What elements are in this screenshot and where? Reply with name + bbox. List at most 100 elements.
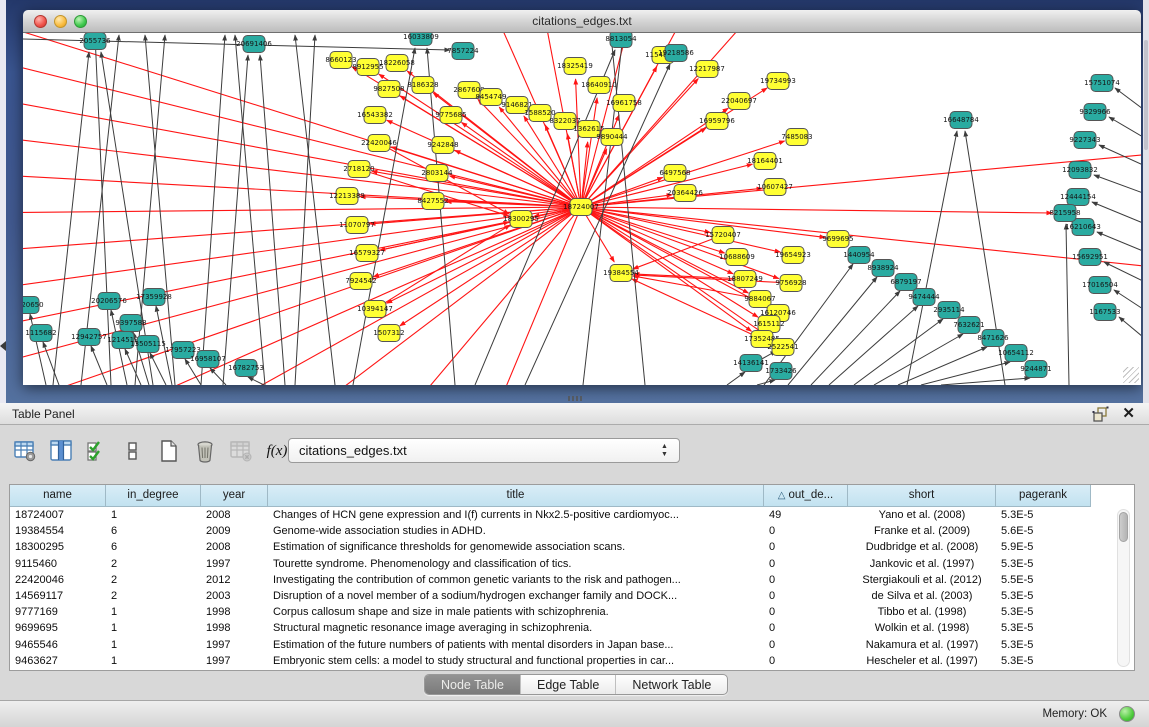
table-scrollbar-thumb[interactable] [1119, 512, 1128, 542]
graph-node[interactable]: 6497568 [659, 165, 690, 182]
graph-edge[interactable] [581, 98, 597, 207]
graph-edge[interactable] [1066, 224, 1069, 385]
graph-node[interactable]: 15751074 [1084, 75, 1120, 92]
graph-node[interactable]: 20691406 [236, 36, 272, 53]
graph-node[interactable]: 22420046 [361, 135, 397, 152]
graph-node[interactable]: 8938924 [867, 260, 899, 277]
graph-node[interactable]: 1615112 [753, 316, 784, 333]
graph-edge[interactable] [1115, 88, 1141, 109]
column-header-year[interactable]: year [201, 485, 268, 507]
graph-edge[interactable] [757, 380, 775, 385]
graph-edge[interactable] [23, 53, 581, 207]
graph-node[interactable]: 19654923 [775, 247, 811, 264]
deselect-all-icon[interactable] [118, 436, 148, 466]
column-header-name[interactable]: name [10, 485, 106, 507]
graph-node[interactable]: 7485083 [781, 129, 812, 146]
table-settings-icon[interactable] [10, 436, 40, 466]
graph-edge[interactable] [829, 306, 918, 385]
graph-node[interactable]: 12213389 [329, 188, 365, 205]
graph-node[interactable]: 1507312 [373, 325, 404, 342]
graph-node[interactable]: 2522541 [767, 339, 798, 356]
graph-edge[interactable] [1099, 145, 1141, 165]
graph-node[interactable]: 12444154 [1060, 189, 1096, 206]
graph-node[interactable]: 10607427 [757, 179, 793, 196]
graph-node[interactable]: 8215958 [1049, 205, 1080, 222]
graph-node[interactable]: 16959796 [699, 113, 735, 130]
graph-edge[interactable] [811, 291, 900, 385]
graph-node[interactable]: 2055736 [79, 33, 111, 50]
tab-network-table[interactable]: Network Table [616, 675, 727, 694]
graph-edge[interactable] [1092, 202, 1141, 223]
graph-edge[interactable] [941, 378, 1030, 385]
graph-edge[interactable] [403, 207, 581, 385]
graph-edge[interactable] [581, 207, 780, 252]
graph-edge[interactable] [387, 207, 581, 303]
graph-edge[interactable] [23, 173, 581, 207]
graph-node[interactable]: 18325419 [557, 58, 593, 75]
graph-node[interactable]: 11070797 [339, 217, 375, 234]
window-titlebar[interactable]: citations_edges.txt [23, 10, 1141, 33]
table-selector-dropdown[interactable]: citations_edges.txt ▲▼ [288, 438, 680, 463]
table-row[interactable]: 977716911998Corpus callosum shape and si… [10, 604, 1134, 620]
graph-node[interactable]: 9474444 [908, 289, 940, 306]
tab-edge-table[interactable]: Edge Table [521, 675, 616, 694]
column-header-pagerank[interactable]: pagerank [996, 485, 1091, 507]
graph-node[interactable]: 14136141 [733, 355, 769, 372]
graph-node[interactable]: 19734993 [760, 73, 796, 90]
graph-node[interactable]: 2803144 [421, 165, 453, 182]
graph-edge[interactable] [788, 277, 877, 385]
graph-edge[interactable] [260, 55, 285, 385]
graph-edge[interactable] [1094, 175, 1141, 193]
graph-node[interactable]: 16961758 [606, 95, 642, 112]
float-panel-icon[interactable] [1092, 406, 1109, 423]
graph-node[interactable]: 12217987 [689, 61, 725, 78]
graph-edge[interactable] [634, 275, 791, 283]
graph-node[interactable]: 1167533 [1089, 304, 1120, 321]
graph-node[interactable]: 9244871 [1020, 361, 1051, 378]
table-row[interactable]: 946554611997Estimation of the future num… [10, 637, 1134, 653]
select-all-icon[interactable] [82, 436, 112, 466]
graph-node[interactable]: 1733426 [765, 363, 797, 380]
graph-node[interactable]: 15720407 [705, 227, 741, 244]
graph-node[interactable]: 7632621 [953, 317, 984, 334]
graph-node[interactable]: 1115682 [25, 325, 56, 342]
graph-edge[interactable] [581, 207, 1052, 213]
graph-node[interactable]: 15692951 [1072, 249, 1108, 266]
column-header-title[interactable]: title [268, 485, 764, 507]
column-header-out-de-[interactable]: △out_de... [764, 485, 848, 507]
graph-node[interactable]: 16579327 [349, 245, 385, 262]
graph-edge[interactable] [854, 319, 943, 385]
graph-node[interactable]: 8427552 [417, 193, 448, 210]
graph-edge[interactable] [1114, 290, 1141, 309]
network-canvas[interactable]: 1872400786601238912955182260589827508165… [23, 33, 1141, 385]
network-view-window[interactable]: citations_edges.txt 18724007866012389129… [23, 10, 1141, 385]
new-document-icon[interactable] [154, 436, 184, 466]
graph-node[interactable]: 9397588 [115, 315, 146, 332]
graph-node[interactable]: 10688609 [719, 249, 755, 266]
close-panel-icon[interactable]: ✕ [1122, 404, 1135, 422]
graph-node[interactable]: 18226058 [379, 55, 415, 72]
graph-edge[interactable] [91, 346, 107, 385]
graph-node[interactable]: 9756928 [775, 275, 806, 292]
table-row[interactable]: 946362711997Embryonic stem cells: a mode… [10, 653, 1134, 669]
right-scrollbar[interactable] [1143, 0, 1149, 403]
graph-node[interactable]: 9329966 [1079, 104, 1111, 121]
right-scrollbar-thumb[interactable] [1144, 40, 1148, 150]
graph-node[interactable]: 22040697 [721, 93, 757, 110]
trash-icon[interactable] [190, 436, 220, 466]
graph-node[interactable]: 9890444 [596, 129, 628, 146]
table-row[interactable]: 1830029562008Estimation of significance … [10, 539, 1134, 555]
graph-edge[interactable] [1097, 232, 1141, 251]
graph-node[interactable]: 18164401 [747, 153, 783, 170]
tab-node-table[interactable]: Node Table [425, 675, 521, 694]
table-row[interactable]: 969969511998Structural magnetic resonanc… [10, 620, 1134, 636]
graph-node[interactable]: 20206576 [91, 293, 127, 310]
graph-edge[interactable] [1119, 317, 1141, 337]
column-visibility-icon[interactable] [46, 436, 76, 466]
graph-node[interactable]: 9242848 [427, 137, 458, 154]
graph-node[interactable]: 12093832 [1062, 162, 1098, 179]
graph-node[interactable]: 7924542 [345, 273, 376, 290]
resize-grip-icon[interactable] [1123, 367, 1139, 383]
table-row[interactable]: 1456911722003Disruption of a novel membe… [10, 588, 1134, 604]
graph-node[interactable]: 7857224 [447, 43, 479, 60]
